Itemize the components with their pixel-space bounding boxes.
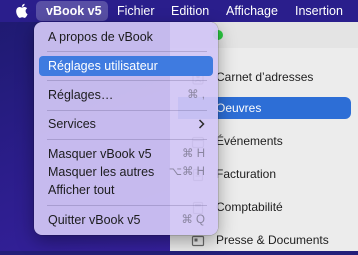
menu-item-about[interactable]: A propos de vBook [39,27,213,47]
menu-item-services[interactable]: Services [39,114,213,134]
sidebar-item-label: Comptabilité [216,200,283,214]
menu-item-show-all[interactable]: Afficher tout [39,180,213,200]
menu-item-quit[interactable]: Quitter vBook v5 ⌘ Q [39,210,213,230]
menu-item-shortcut: ⌘ , [187,89,205,101]
menu-item-settings[interactable]: Réglages… ⌘ , [39,85,213,105]
sidebar-item-label: Événements [216,134,283,148]
chevron-right-icon [198,114,205,135]
menu-insertion[interactable]: Insertion [295,3,343,19]
menu-item-label: A propos de vBook [48,30,153,44]
menu-item-label: Réglages… [48,88,114,102]
menu-separator [47,51,207,52]
menu-item-hide-others[interactable]: Masquer les autres ⌥⌘ H [39,162,213,182]
menu-separator [47,80,207,81]
sidebar-item-label: Carnet d’adresses [216,70,314,84]
apple-icon[interactable] [14,3,28,19]
app-dropdown-menu: A propos de vBook Réglages utilisateur R… [34,22,218,235]
menu-separator [47,110,207,111]
menu-item-shortcut: ⌥⌘ H [168,166,205,178]
menu-separator [47,205,207,206]
sidebar-item-label: Presse & Documents [216,233,329,247]
menu-separator [47,139,207,140]
menu-edition[interactable]: Edition [171,3,209,19]
menu-affichage[interactable]: Affichage [226,3,278,19]
menu-item-label: Services [48,117,96,131]
menu-item-label: Réglages utilisateur [48,59,158,73]
menu-item-label: Afficher tout [48,183,115,197]
menu-bar: vBook v5 Fichier Edition Affichage Inser… [0,0,358,22]
press-icon [191,233,205,247]
menu-item-user-settings[interactable]: Réglages utilisateur [39,56,213,76]
menu-item-label: Masquer les autres [48,165,155,179]
menu-item-shortcut: ⌘ H [182,148,205,160]
menu-app-name[interactable]: vBook v5 [46,3,102,19]
sidebar-item-label: Oeuvres [216,101,262,115]
menu-fichier[interactable]: Fichier [117,3,155,19]
menu-item-hide[interactable]: Masquer vBook v5 ⌘ H [39,144,213,164]
menu-item-shortcut: ⌘ Q [181,214,205,226]
menu-item-label: Masquer vBook v5 [48,147,152,161]
sidebar-item-label: Facturation [216,167,277,181]
menu-item-label: Quitter vBook v5 [48,213,141,227]
